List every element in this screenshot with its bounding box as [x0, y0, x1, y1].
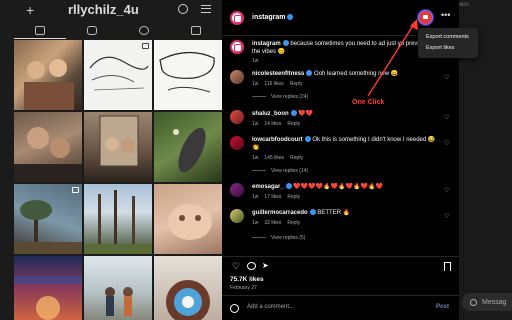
- profile-top-bar: + rllychilz_4u: [0, 0, 222, 20]
- verified-badge-icon: [282, 40, 289, 47]
- grid-post[interactable]: [14, 112, 82, 182]
- verified-badge-icon: [306, 70, 313, 77]
- grid-post[interactable]: [84, 40, 152, 110]
- plus-icon[interactable]: +: [26, 2, 34, 18]
- grid-post[interactable]: [14, 184, 82, 254]
- grid-post[interactable]: [14, 40, 82, 110]
- emoji-icon[interactable]: [230, 304, 239, 313]
- verified-badge-icon: [304, 136, 311, 143]
- grid-icon[interactable]: [35, 26, 45, 35]
- reply-link[interactable]: Reply: [287, 220, 300, 226]
- tagged-icon[interactable]: [191, 26, 201, 35]
- add-comment-bar: Add a comment... Post: [222, 295, 459, 320]
- like-comment-heart-icon[interactable]: ♡: [444, 140, 449, 147]
- messages-label: Messag: [482, 298, 507, 306]
- comment-meta: 1w 32 likes Reply: [252, 220, 301, 226]
- post-comment-button[interactable]: Post: [436, 304, 449, 310]
- verified-badge-icon: [285, 183, 292, 190]
- export-comments-option[interactable]: Export comments: [426, 32, 478, 43]
- export-extension-button[interactable]: [418, 10, 433, 25]
- verified-badge-icon: [290, 110, 297, 117]
- view-replies-link[interactable]: View replies (5): [252, 235, 305, 241]
- messages-pill[interactable]: Messag: [462, 293, 512, 311]
- reel-icon: [142, 43, 149, 49]
- verified-badge-icon: [309, 209, 316, 216]
- comment-icon[interactable]: [247, 262, 256, 270]
- export-dropdown-menu: Export comments Export likes: [418, 28, 478, 58]
- comment-text: emosagar_ ❤️❤️❤️❤️🔥❤️🔥❤️🔥❤️🔥❤️: [252, 183, 384, 190]
- comment-text: guillermocarracedo BETTER 🔥: [252, 209, 351, 216]
- grid-post[interactable]: [154, 256, 222, 320]
- like-comment-heart-icon[interactable]: ♡: [444, 213, 449, 220]
- save-bookmark-icon[interactable]: [444, 262, 451, 271]
- threads-icon[interactable]: [178, 4, 188, 14]
- commenter-avatar[interactable]: [230, 183, 244, 197]
- view-replies-link[interactable]: View replies (24): [252, 94, 308, 100]
- grid-post[interactable]: [154, 112, 222, 182]
- reposts-icon[interactable]: [139, 26, 149, 35]
- author-avatar[interactable]: [230, 11, 244, 25]
- reply-link[interactable]: Reply: [290, 81, 303, 87]
- comment-text: lowcarbfoodcourt Ok this is something I …: [252, 136, 436, 151]
- active-tab-indicator: [14, 38, 66, 39]
- comment-meta: 1w 17 likes Reply: [252, 194, 301, 200]
- grid-post[interactable]: [14, 256, 82, 320]
- more-options-icon[interactable]: •••: [441, 10, 450, 20]
- post-actions-bar: ♡ ➤: [222, 256, 459, 271]
- caption-avatar[interactable]: [230, 40, 244, 54]
- hamburger-menu-icon[interactable]: [201, 5, 211, 13]
- grid-post[interactable]: [154, 40, 222, 110]
- commenter-avatar[interactable]: [230, 209, 244, 223]
- caption-meta: 1w: [252, 58, 259, 64]
- messages-icon: [470, 298, 477, 306]
- commenter-avatar[interactable]: [230, 70, 244, 84]
- reels-icon[interactable]: [87, 26, 97, 35]
- comment-meta: 1w 116 likes Reply: [252, 81, 303, 87]
- reply-link[interactable]: Reply: [287, 194, 300, 200]
- export-likes-option[interactable]: Export likes: [426, 43, 478, 54]
- caption-text: instagram because sometimes you need to …: [252, 40, 436, 55]
- like-comment-heart-icon[interactable]: ♡: [444, 114, 449, 121]
- likes-count[interactable]: 75.7K likes: [230, 276, 264, 283]
- screen: + rllychilz_4u Switch Messag instagram •…: [0, 0, 512, 320]
- photo-grid: [14, 40, 222, 320]
- reel-icon: [72, 187, 79, 193]
- add-comment-input[interactable]: Add a comment...: [247, 304, 294, 310]
- grid-post[interactable]: [154, 184, 222, 254]
- commenter-avatar[interactable]: [230, 110, 244, 124]
- grid-post[interactable]: [84, 112, 152, 182]
- grid-post[interactable]: [84, 256, 152, 320]
- reply-link[interactable]: Reply: [290, 155, 303, 161]
- grid-post[interactable]: [84, 184, 152, 254]
- like-comment-heart-icon[interactable]: ♡: [444, 187, 449, 194]
- comment-text: nicolesteenfitness Ooh learned something…: [252, 70, 399, 77]
- post-date: February 27: [230, 285, 257, 291]
- comment-text: shaluz_boon ❤️❤️: [252, 110, 314, 117]
- verified-badge-icon: [287, 14, 294, 21]
- like-heart-icon[interactable]: ♡: [232, 262, 241, 271]
- like-comment-heart-icon[interactable]: ♡: [444, 74, 449, 81]
- view-replies-link[interactable]: View replies (14): [252, 168, 308, 174]
- comment-meta: 1w 145 likes Reply: [252, 155, 303, 161]
- reply-link[interactable]: Reply: [287, 121, 300, 127]
- post-author[interactable]: instagram: [252, 14, 294, 21]
- commenter-avatar[interactable]: [230, 136, 244, 150]
- share-icon[interactable]: ➤: [262, 262, 271, 270]
- profile-username: rllychilz_4u: [68, 2, 139, 17]
- one-click-annotation: One Click: [352, 99, 385, 106]
- comment-meta: 1w 14 likes Reply: [252, 121, 301, 127]
